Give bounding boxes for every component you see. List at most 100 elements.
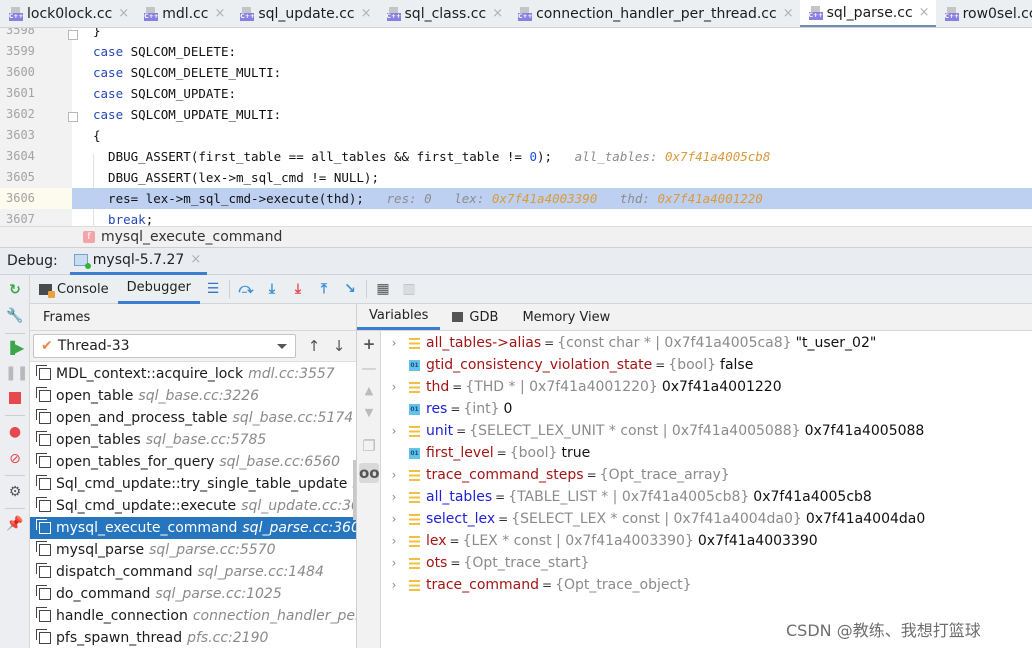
code-line[interactable]: 3600 case SQLCOM_DELETE_MULTI: (0, 62, 1032, 83)
stack-frame[interactable]: MDL_context::acquire_lock mdl.cc:3557 (30, 363, 356, 385)
close-icon[interactable]: × (919, 5, 930, 20)
resume-icon[interactable]: ▐▶ (5, 338, 25, 358)
stack-frame[interactable]: Sql_cmd_update::try_single_table_updates… (30, 473, 356, 495)
tab-memory-view[interactable]: Memory View (510, 304, 622, 330)
equals-sign: = (452, 380, 463, 394)
tab-variables[interactable]: Variables (357, 304, 441, 330)
step-over-icon[interactable]: ⤼ (233, 278, 259, 300)
variable-row[interactable]: › thd = {THD * | 0x7f41a4001220} 0x7f41a4001… (381, 376, 1032, 398)
code-editor[interactable]: 3598} 3599 case SQLCOM_DELETE: 3600 case SQL… (0, 28, 1032, 227)
close-icon[interactable]: × (190, 252, 201, 267)
variable-row[interactable]: › all_tables = {TABLE_LIST * | 0x7f41a4005c… (381, 486, 1032, 508)
stack-frame[interactable]: do_command sql_parse.cc:1025 (30, 583, 356, 605)
editor-tab[interactable]: C++row0sel.cc× (936, 0, 1032, 27)
code-segment: res= lex->m_sql_cmd->execute(thd); (93, 191, 364, 206)
mute-breakpoints-icon[interactable]: ⊘ (5, 449, 25, 469)
editor-tab[interactable]: C++ mdl.cc × (135, 0, 231, 27)
expand-chevron-icon[interactable]: › (387, 556, 401, 570)
stack-frame[interactable]: open_tables sql_base.cc:5785 (30, 429, 356, 451)
previous-frame-icon[interactable]: ↑ (304, 335, 324, 357)
variable-row[interactable]: ›01res={int}0 (381, 398, 1032, 420)
chevron-down-icon (277, 344, 287, 349)
variable-row[interactable]: › select_lex = {SELECT_LEX * const | 0x7f41… (381, 508, 1032, 530)
pin-icon[interactable]: 📌 (5, 514, 25, 534)
remove-watch-icon[interactable]: — (359, 358, 379, 378)
breadcrumb-function[interactable]: mysql_execute_command (101, 229, 282, 245)
stack-frame[interactable]: open_tables_for_query sql_base.cc:6560 (30, 451, 356, 473)
expand-chevron-icon[interactable]: › (387, 512, 401, 526)
add-watch-icon[interactable]: + (359, 334, 379, 354)
evaluate-expression-icon[interactable]: ▦ (370, 278, 396, 300)
expand-chevron-icon[interactable]: › (387, 534, 401, 548)
tab-debugger[interactable]: Debugger (117, 275, 200, 304)
editor-tab[interactable]: C++ sql_parse.cc × (799, 0, 936, 27)
force-step-into-icon[interactable]: ⤓ (285, 278, 311, 300)
close-icon[interactable]: × (214, 6, 225, 21)
expand-chevron-icon[interactable]: › (387, 336, 401, 350)
copy-icon[interactable]: ❐ (359, 436, 379, 456)
tab-console[interactable]: Console (30, 275, 118, 304)
code-line[interactable]: 3603 { (0, 125, 1032, 146)
code-line[interactable]: 3599 case SQLCOM_DELETE: (0, 41, 1032, 62)
expand-chevron-icon[interactable]: › (387, 380, 401, 394)
current-execution-line[interactable]: 3606 res= lex->m_sql_cmd->execute(thd); … (0, 188, 1032, 209)
stop-icon[interactable] (5, 388, 25, 408)
variable-type: {THD * | 0x7f41a4001220} (465, 379, 658, 395)
expand-chevron-icon[interactable]: › (387, 578, 401, 592)
code-line[interactable]: 3598} (0, 28, 1032, 41)
expand-chevron-icon[interactable]: › (387, 424, 401, 438)
variable-row[interactable]: ›01first_level={bool}true (381, 442, 1032, 464)
variable-row[interactable]: › unit = {SELECT_LEX_UNIT * const | 0x7f41a… (381, 420, 1032, 442)
variable-row[interactable]: › trace_command = {Opt_trace_object} (381, 574, 1032, 596)
code-line[interactable]: 3604 DBUG_ASSERT(first_table == all_tabl… (0, 146, 1032, 167)
code-line[interactable]: 3601 case SQLCOM_UPDATE: (0, 83, 1032, 104)
code-text: DBUG_ASSERT(lex->m_sql_cmd != NULL); (93, 167, 379, 188)
next-frame-icon[interactable]: ↓ (329, 335, 349, 357)
editor-tab[interactable]: C++ connection_handler_per_thread.cc × (509, 0, 800, 27)
rerun-icon[interactable]: ↻ (5, 280, 25, 300)
close-icon[interactable]: × (361, 6, 372, 21)
tab-gdb[interactable]: GDB (440, 304, 510, 330)
code-line[interactable]: 3602 case SQLCOM_UPDATE_MULTI: (0, 104, 1032, 125)
pause-icon[interactable]: ❚❚ (5, 363, 28, 383)
step-into-icon[interactable]: ⤓ (259, 278, 285, 300)
thread-dropdown[interactable]: ✔ Thread-33 (33, 334, 296, 358)
move-up-icon[interactable]: ▲ (359, 381, 379, 401)
stack-frame[interactable]: open_and_process_table sql_base.cc:5174 (30, 407, 356, 429)
variable-row[interactable]: › trace_command_steps = {Opt_trace_array} (381, 464, 1032, 486)
expand-chevron-icon[interactable]: › (387, 490, 401, 504)
breadcrumb[interactable]: f mysql_execute_command (0, 226, 1032, 248)
variable-row[interactable]: › ots = {Opt_trace_start} (381, 552, 1032, 574)
stack-frame[interactable]: mysql_execute_commandsql_parse.cc:3606 (30, 517, 356, 539)
view-breakpoints-icon[interactable]: ● (5, 422, 25, 442)
code-line[interactable]: 3605 DBUG_ASSERT(lex->m_sql_cmd != NULL)… (0, 167, 1032, 188)
step-out-icon[interactable]: ⤒ (311, 278, 337, 300)
move-down-icon[interactable]: ▼ (359, 403, 379, 423)
variable-row[interactable]: ›01gtid_consistency_violation_state={boo… (381, 354, 1032, 376)
code-line[interactable]: 3607 break; (0, 209, 1032, 227)
editor-tab[interactable]: C++ lock0lock.cc × (0, 0, 135, 27)
variable-row[interactable]: › lex = {LEX * const | 0x7f41a4003390} 0x7f4… (381, 530, 1032, 552)
stack-frame[interactable]: mysql_parse sql_parse.cc:5570 (30, 539, 356, 561)
stack-frame[interactable]: open_table sql_base.cc:3226 (30, 385, 356, 407)
editor-tab[interactable]: C++ sql_class.cc × (378, 0, 510, 27)
cpp-file-icon: C++ (518, 6, 533, 21)
stack-frame[interactable]: handle_connectionconnection_handler_per_… (30, 605, 356, 627)
stack-frame[interactable]: dispatch_command sql_parse.cc:1484 (30, 561, 356, 583)
wrench-settings-icon[interactable]: 🔧 (5, 306, 25, 326)
editor-tab[interactable]: C++ sql_update.cc × (231, 0, 377, 27)
trace-icon[interactable]: ▥ (396, 278, 422, 300)
show-watches-glasses-icon[interactable]: oo (359, 463, 380, 483)
expand-chevron-icon[interactable]: › (387, 468, 401, 482)
layout-menu-icon[interactable]: ☰ (200, 278, 226, 300)
stack-frame[interactable]: Sql_cmd_update::executesql_update.cc:303… (30, 495, 356, 517)
close-icon[interactable]: × (118, 6, 129, 21)
close-icon[interactable]: × (783, 6, 794, 21)
editor-tab-label: connection_handler_per_thread.cc (536, 5, 777, 22)
stack-frame[interactable]: pfs_spawn_thread pfs.cc:2190 (30, 627, 356, 648)
debug-session-tab[interactable]: mysql-5.7.27 × (69, 248, 208, 275)
run-to-cursor-icon[interactable]: ↘ (337, 278, 363, 300)
gear-icon[interactable]: ⚙ (5, 482, 25, 502)
variable-row[interactable]: › all_tables->alias = {const char * | 0x7f4… (381, 332, 1032, 354)
close-icon[interactable]: × (492, 6, 503, 21)
